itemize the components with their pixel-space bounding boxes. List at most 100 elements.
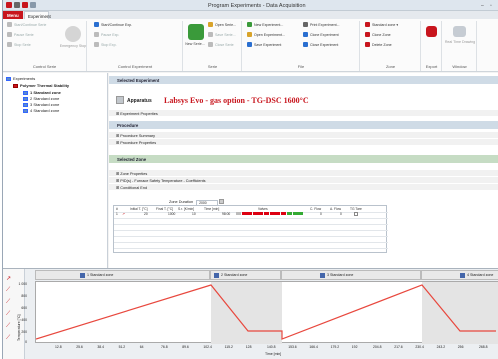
apparatus-row: Apparatus Labsys Evo - gas option - TG-D…	[109, 93, 498, 108]
new-serie-icon[interactable]	[188, 24, 204, 40]
x-tick: 64	[139, 345, 144, 349]
x-tick: 115.2	[224, 345, 233, 349]
maximize-icon[interactable]: ▫	[490, 3, 492, 9]
cell-initial-temp[interactable]: 20	[144, 212, 148, 216]
close-serie-button[interactable]: Close Serie	[208, 42, 234, 48]
pan-icon[interactable]: ⟋	[6, 299, 14, 306]
procedure-summary-row[interactable]: ⊞ Procedure Summary	[109, 132, 498, 139]
stop-exp-button[interactable]: Stop Exp.	[94, 42, 117, 48]
zone-properties-row[interactable]: ⊞ Zone Properties	[109, 170, 498, 177]
cell-a-flow[interactable]: 0	[340, 212, 342, 216]
cell-time[interactable]: 98:00	[222, 212, 230, 216]
x-tick: 166.4	[309, 345, 318, 349]
apparatus-label: Apparatus	[127, 98, 152, 104]
group-control-experiment: Start/Continue Exp. Pause Exp. Stop Exp.…	[88, 21, 183, 71]
tree-item-zone[interactable]: 1 Standard zone	[23, 90, 61, 95]
experiment-tree: Experiments Polymer Thermal Stability 1 …	[3, 73, 108, 268]
zoom-in-icon[interactable]: ↗	[6, 275, 14, 282]
duration-settings-icon[interactable]	[219, 199, 225, 204]
quick-access-icon[interactable]	[30, 2, 36, 8]
zone-header[interactable]: 4 Standard zone	[421, 270, 498, 280]
x-axis-label: Time [min]	[265, 352, 282, 356]
procedure-properties-row[interactable]: ⊞ Procedure Properties	[109, 139, 498, 146]
tree-root[interactable]: Experiments	[6, 76, 35, 81]
line-tool-icon[interactable]: ⟋	[6, 323, 14, 330]
tree-item-zone[interactable]: 2 Standard zone	[23, 96, 59, 101]
stop-icon[interactable]	[14, 2, 20, 8]
tab-menu[interactable]: Menu	[3, 11, 23, 19]
x-tick: 204.8	[373, 345, 382, 349]
fit-icon[interactable]: ⟋	[6, 287, 14, 294]
realtime-drawing-icon[interactable]	[453, 26, 466, 37]
divider	[114, 236, 388, 237]
group-export: Export	[422, 21, 442, 71]
minimize-icon[interactable]: –	[481, 3, 484, 9]
zone-duration-label: Zone Duration	[169, 200, 194, 204]
divider	[114, 242, 388, 243]
record-icon[interactable]	[22, 2, 28, 8]
line-tool-icon[interactable]: ⟋	[6, 311, 14, 318]
tab-experiment[interactable]: Experiment	[24, 11, 51, 19]
zone-header[interactable]: 3 Standard zone	[281, 270, 421, 280]
apparatus-icon	[116, 96, 124, 104]
save-serie-button[interactable]: Save Serie...	[208, 32, 236, 38]
cell-rate[interactable]: 10	[192, 212, 196, 216]
new-experiment-button[interactable]: New Experiment...	[247, 22, 283, 28]
pid-row[interactable]: ⊞ PID(s) - Furnace Safety Temperature - …	[109, 177, 498, 184]
clone-zone-button[interactable]: Clone Zone	[365, 32, 391, 38]
start-exp-button[interactable]: Start/Continue Exp.	[94, 22, 132, 28]
start-serie-button[interactable]: Start/Continue Serie	[7, 22, 46, 28]
pause-serie-button[interactable]: Pause Serie	[7, 32, 34, 38]
close-experiment-button[interactable]: Close Experiment	[303, 42, 338, 48]
conditional-end-row[interactable]: ⊞ Conditional End	[109, 184, 498, 191]
column-header: S.r. [K/min]	[178, 207, 195, 211]
group-serie: New Serie... Open Serie... Save Serie...…	[184, 21, 242, 71]
cell-c-flow[interactable]: 0	[320, 212, 322, 216]
x-tick: 128	[245, 345, 252, 349]
x-tick: 243.2	[436, 345, 446, 349]
stop-serie-button[interactable]: Stop Serie	[7, 42, 31, 48]
valve-indicators[interactable]	[236, 212, 304, 216]
print-experiment-button[interactable]: Print Experiment...	[303, 22, 340, 28]
open-serie-button[interactable]: Open Serie...	[208, 22, 236, 28]
ribbon: Start/Continue Serie Pause Serie Stop Se…	[3, 19, 498, 72]
y-tick: 800	[21, 294, 27, 298]
open-experiment-button[interactable]: Open Experiment...	[247, 32, 285, 38]
x-tick: 12.8	[55, 345, 62, 349]
delete-zone-button[interactable]: Delete Zone	[365, 42, 392, 48]
temperature-chart-panel: ↗ ⟋ ⟋ ⟋ ⟋ ⟋ 1 Standard zone 2 Standard z…	[3, 268, 498, 359]
line-tool-icon[interactable]: ⟋	[6, 335, 14, 342]
x-tick: 102.4	[203, 345, 212, 349]
save-experiment-button[interactable]: Save Experiment	[247, 42, 281, 48]
section-selected-zone: Selected Zone	[109, 155, 498, 163]
divider	[114, 248, 388, 249]
tree-item-zone[interactable]: 4 Standard zone	[23, 108, 59, 113]
zone-header[interactable]: 1 Standard zone	[35, 270, 210, 280]
edit-arrow-icon[interactable]: ↗	[122, 212, 125, 216]
zone-shade	[422, 282, 498, 344]
cell-index: 1	[116, 212, 118, 216]
group-label: Control Serie	[32, 64, 57, 69]
emergency-stop-icon[interactable]	[65, 26, 81, 42]
column-header: A. Flow	[330, 207, 341, 211]
clone-experiment-button[interactable]: Clone Experiment	[303, 32, 339, 38]
group-window: Real Time Drawing Window	[443, 21, 477, 71]
column-header: C. Flow	[310, 207, 322, 211]
x-tick: 192	[351, 345, 358, 349]
x-tick: 268.8	[479, 345, 488, 349]
experiment-properties-row[interactable]: ⊞ Experiment Properties	[109, 110, 498, 117]
tree-item-zone[interactable]: 3 Standard zone	[23, 102, 59, 107]
y-tick: 1 000	[18, 282, 28, 286]
x-tick: 38.4	[97, 345, 104, 349]
pause-exp-button[interactable]: Pause Exp.	[94, 32, 119, 38]
x-tick: 217.6	[394, 345, 403, 349]
zone-header[interactable]: 2 Standard zone	[210, 270, 281, 280]
cell-final-temp[interactable]: 1000	[168, 212, 175, 216]
export-icon[interactable]	[426, 26, 437, 37]
tree-node-experiment[interactable]: Polymer Thermal Stability	[13, 83, 69, 88]
column-header: Initial T. [°C]	[130, 207, 148, 211]
standard-zone-dropdown[interactable]: Standard zone ▾	[365, 22, 398, 28]
group-label: Control Experiment	[117, 64, 153, 69]
main-panel: Selected Experiment Apparatus Labsys Evo…	[109, 73, 498, 268]
tg-tare-checkbox[interactable]	[354, 212, 358, 216]
